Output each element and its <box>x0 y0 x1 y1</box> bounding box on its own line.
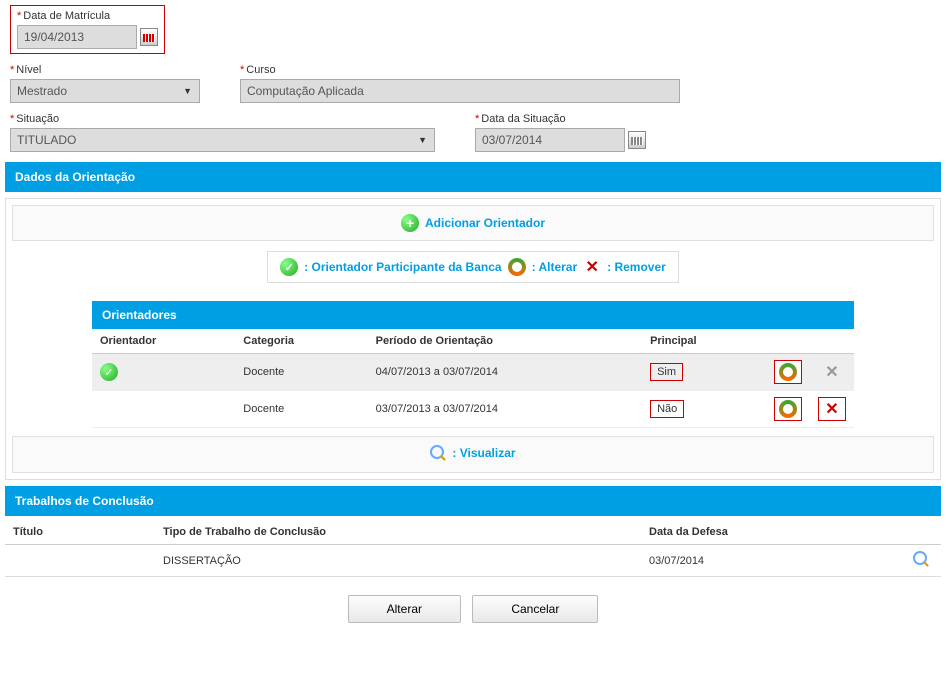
refresh-icon <box>508 258 526 276</box>
check-icon: ✓ <box>100 363 118 381</box>
visualizar-label: : Visualizar <box>452 446 515 460</box>
data-matricula-box: Data de Matrícula <box>10 5 165 54</box>
legend-alterar: : Alterar <box>532 260 578 274</box>
section-orientacao-body: + Adicionar Orientador ✓ : Orientador Pa… <box>5 198 941 480</box>
magnify-icon <box>430 445 446 461</box>
visualizar-link[interactable]: : Visualizar <box>430 445 515 461</box>
table-row: Docente 03/07/2013 a 03/07/2014 Não ✕ <box>92 391 854 428</box>
alterar-button[interactable] <box>774 360 802 384</box>
section-trabalhos-header: Trabalhos de Conclusão <box>5 486 941 516</box>
principal-badge: Não <box>650 400 684 418</box>
orientadores-table: Orientador Categoria Período de Orientaç… <box>92 329 854 428</box>
calendar-icon[interactable] <box>140 28 158 46</box>
curso-label: Curso <box>240 64 936 76</box>
refresh-icon <box>779 363 797 381</box>
data-matricula-input[interactable] <box>17 25 137 49</box>
legend-box: ✓ : Orientador Participante da Banca : A… <box>267 251 679 283</box>
data-situacao-label: Data da Situação <box>475 113 646 125</box>
table-row: DISSERTAÇÃO 03/07/2014 <box>5 545 941 577</box>
refresh-icon <box>779 400 797 418</box>
cell-categoria: Docente <box>235 391 367 428</box>
cell-periodo: 03/07/2013 a 03/07/2014 <box>368 391 642 428</box>
col-principal: Principal <box>642 329 766 354</box>
situacao-select[interactable] <box>10 128 435 152</box>
cell-periodo: 04/07/2013 a 03/07/2014 <box>368 354 642 391</box>
col-data: Data da Defesa <box>641 520 901 545</box>
col-tipo: Tipo de Trabalho de Conclusão <box>155 520 641 545</box>
cell-categoria: Docente <box>235 354 367 391</box>
legend-participante: : Orientador Participante da Banca <box>304 260 501 274</box>
adicionar-orientador-label: Adicionar Orientador <box>425 216 545 230</box>
col-titulo: Título <box>5 520 155 545</box>
cell-tipo: DISSERTAÇÃO <box>155 545 641 577</box>
cell-data: 03/07/2014 <box>641 545 901 577</box>
remover-button-disabled: ✕ <box>823 363 841 381</box>
trabalhos-table: Título Tipo de Trabalho de Conclusão Dat… <box>5 520 941 577</box>
table-row: ✓ Docente 04/07/2013 a 03/07/2014 Sim ✕ <box>92 354 854 391</box>
orientadores-header: Orientadores <box>92 301 854 329</box>
alterar-button[interactable]: Alterar <box>348 595 461 623</box>
check-icon: ✓ <box>280 258 298 276</box>
x-icon: ✕ <box>583 258 601 276</box>
legend-remover: : Remover <box>607 260 666 274</box>
principal-badge: Sim <box>650 363 683 381</box>
nivel-label: Nível <box>10 64 220 76</box>
col-orientador: Orientador <box>92 329 235 354</box>
adicionar-orientador-link[interactable]: + Adicionar Orientador <box>401 214 545 232</box>
col-periodo: Período de Orientação <box>368 329 642 354</box>
magnify-icon[interactable] <box>913 551 929 567</box>
remover-button[interactable]: ✕ <box>818 397 846 421</box>
data-situacao-input[interactable] <box>475 128 625 152</box>
calendar-icon[interactable] <box>628 131 646 149</box>
section-orientacao-header: Dados da Orientação <box>5 162 941 192</box>
cell-orientador <box>92 391 235 428</box>
cell-titulo <box>5 545 155 577</box>
alterar-button[interactable] <box>774 397 802 421</box>
x-icon: ✕ <box>823 400 841 418</box>
col-categoria: Categoria <box>235 329 367 354</box>
plus-icon: + <box>401 214 419 232</box>
data-matricula-label: Data de Matrícula <box>17 10 158 22</box>
situacao-label: Situação <box>10 113 455 125</box>
curso-input[interactable] <box>240 79 680 103</box>
cancelar-button[interactable]: Cancelar <box>472 595 598 623</box>
nivel-select[interactable] <box>10 79 200 103</box>
